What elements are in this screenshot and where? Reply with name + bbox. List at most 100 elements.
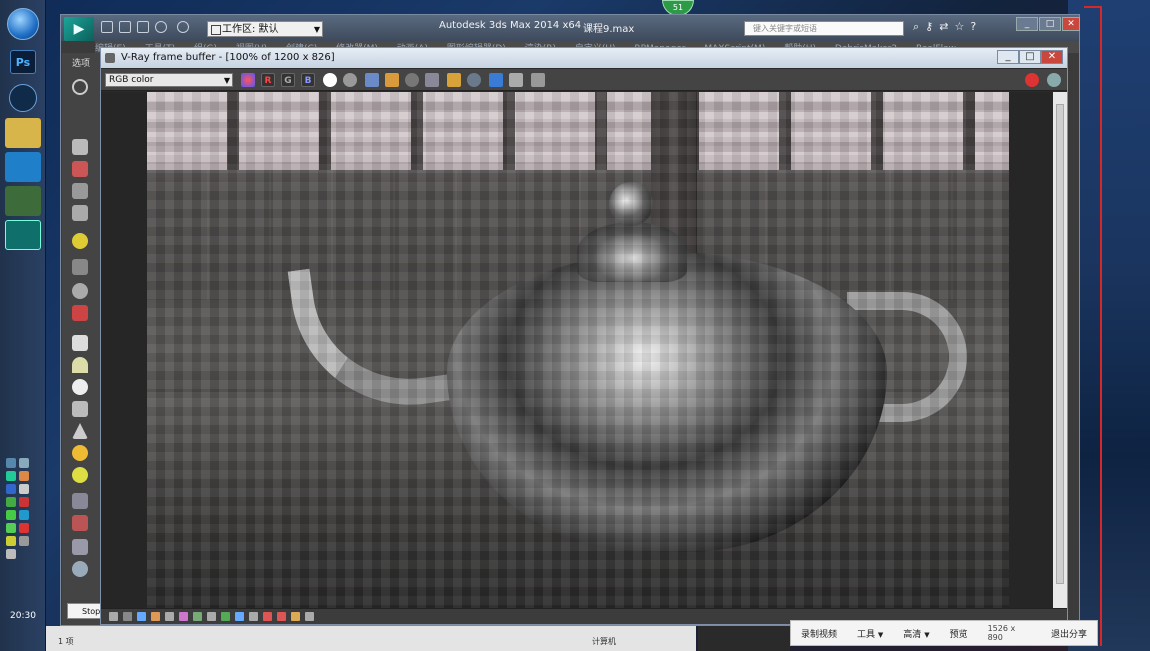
exposure-icon[interactable] bbox=[179, 612, 188, 621]
vfb-maximize-button[interactable]: □ bbox=[1019, 50, 1041, 64]
settings-icon[interactable] bbox=[305, 612, 314, 621]
3dsmax-taskbar-icon[interactable] bbox=[5, 220, 41, 250]
binoculars-icon[interactable]: ⌕ bbox=[913, 20, 919, 34]
minimize-button[interactable]: _ bbox=[1016, 17, 1038, 31]
vfb-vertical-scrollbar[interactable] bbox=[1053, 92, 1067, 608]
shield-icon[interactable] bbox=[6, 536, 16, 546]
green-channel-button[interactable]: G bbox=[281, 73, 295, 87]
stereo-icon[interactable] bbox=[263, 612, 272, 621]
volume-icon[interactable] bbox=[6, 549, 16, 559]
sun-icon[interactable] bbox=[72, 445, 88, 461]
duplicate-to-mtl-icon[interactable] bbox=[425, 73, 439, 87]
teapot-icon[interactable] bbox=[72, 139, 88, 155]
compare-icon[interactable] bbox=[277, 612, 286, 621]
light-icon[interactable] bbox=[72, 233, 88, 249]
tray-icon[interactable] bbox=[6, 471, 16, 481]
app-icon[interactable] bbox=[5, 152, 41, 182]
folder-icon[interactable] bbox=[5, 118, 41, 148]
sphere-icon[interactable] bbox=[72, 283, 88, 299]
undo-icon[interactable] bbox=[155, 21, 167, 33]
red-channel-button[interactable]: R bbox=[261, 73, 275, 87]
gear-icon[interactable] bbox=[72, 561, 88, 577]
circle-icon[interactable] bbox=[72, 379, 88, 395]
tray-icon[interactable] bbox=[6, 523, 16, 533]
keyboard-icon[interactable] bbox=[19, 458, 29, 468]
material-icon[interactable] bbox=[72, 305, 88, 321]
media-player-icon[interactable] bbox=[9, 84, 37, 112]
stop-render-icon[interactable] bbox=[1025, 73, 1039, 87]
help-icon[interactable]: ? bbox=[970, 20, 976, 34]
tray-icon[interactable] bbox=[19, 497, 29, 507]
exit-share-button[interactable]: 退出分享 bbox=[1041, 627, 1097, 640]
tray-icon[interactable] bbox=[19, 510, 29, 520]
maximize-button[interactable]: □ bbox=[1039, 17, 1061, 31]
histogram-icon[interactable] bbox=[193, 612, 202, 621]
ab-compare-icon[interactable] bbox=[291, 612, 300, 621]
mesh-icon[interactable] bbox=[72, 515, 88, 531]
3dsmax-logo-button[interactable]: ▶ bbox=[64, 17, 94, 41]
sphere-icon[interactable] bbox=[72, 467, 88, 483]
tray-icon[interactable] bbox=[6, 458, 16, 468]
render-frame-icon[interactable] bbox=[72, 161, 88, 177]
exchange-icon[interactable]: ⇄ bbox=[939, 20, 948, 34]
start-button[interactable] bbox=[7, 8, 39, 40]
tray-icon[interactable] bbox=[6, 510, 16, 520]
preview-button[interactable]: 预览 bbox=[940, 627, 978, 640]
key-icon[interactable]: ⚷ bbox=[925, 20, 933, 34]
quality-dropdown[interactable]: 高清 ▼ bbox=[893, 627, 939, 640]
history-icon[interactable] bbox=[109, 612, 118, 621]
channel-select[interactable]: RGB color ▼ bbox=[105, 73, 233, 87]
lut-icon[interactable] bbox=[531, 73, 545, 87]
mono-channel-icon[interactable] bbox=[343, 73, 357, 87]
save-file-icon[interactable] bbox=[137, 21, 149, 33]
curve-icon[interactable] bbox=[165, 612, 174, 621]
favorite-star-icon[interactable]: ☆ bbox=[954, 20, 964, 34]
open-file-icon[interactable] bbox=[119, 21, 131, 33]
vfb-close-button[interactable]: ✕ bbox=[1041, 50, 1063, 64]
camera-icon[interactable] bbox=[72, 259, 88, 275]
cone-icon[interactable] bbox=[72, 423, 88, 439]
color-picker-icon[interactable] bbox=[241, 73, 255, 87]
photoshop-icon[interactable]: Ps bbox=[10, 50, 36, 74]
close-button[interactable]: ✕ bbox=[1062, 17, 1080, 31]
track-mouse-icon[interactable] bbox=[447, 73, 461, 87]
tools-dropdown[interactable]: 工具 ▼ bbox=[847, 627, 893, 640]
render-teapot-icon[interactable] bbox=[1047, 73, 1061, 87]
link-icon[interactable] bbox=[72, 79, 88, 95]
info-icon[interactable] bbox=[123, 612, 132, 621]
tray-icon[interactable] bbox=[6, 497, 16, 507]
workspace-dropdown[interactable]: 工作区: 默认 ▼ bbox=[207, 21, 323, 37]
last-render-icon[interactable] bbox=[509, 73, 523, 87]
help-icon[interactable] bbox=[6, 484, 16, 494]
table-icon[interactable] bbox=[72, 205, 88, 221]
tray-icon[interactable] bbox=[19, 471, 29, 481]
particles-icon[interactable] bbox=[72, 493, 88, 509]
save-image-icon[interactable] bbox=[365, 73, 379, 87]
follow-mouse-icon[interactable] bbox=[467, 73, 481, 87]
region-render-icon[interactable] bbox=[489, 73, 503, 87]
scrollbar-thumb[interactable] bbox=[1056, 104, 1064, 584]
levels-icon[interactable] bbox=[151, 612, 160, 621]
alpha-channel-icon[interactable] bbox=[323, 73, 337, 87]
new-file-icon[interactable] bbox=[101, 21, 113, 33]
scale-icon[interactable] bbox=[72, 539, 88, 555]
tray-icon[interactable] bbox=[19, 484, 29, 494]
network-icon[interactable] bbox=[19, 536, 29, 546]
tray-icon[interactable] bbox=[19, 523, 29, 533]
dome-icon[interactable] bbox=[72, 357, 88, 373]
redo-icon[interactable] bbox=[177, 21, 189, 33]
explorer-icon[interactable] bbox=[5, 186, 41, 216]
record-video-button[interactable]: 录制视频 bbox=[791, 627, 847, 640]
vfb-minimize-button[interactable]: _ bbox=[997, 50, 1019, 64]
pixel-aspect-icon[interactable] bbox=[249, 612, 258, 621]
load-image-icon[interactable] bbox=[385, 73, 399, 87]
search-input[interactable]: 键入关键字或短语 bbox=[744, 21, 904, 36]
render-viewport[interactable] bbox=[101, 92, 1053, 608]
srgb-icon[interactable] bbox=[221, 612, 230, 621]
lut-icon[interactable] bbox=[207, 612, 216, 621]
plane-icon[interactable] bbox=[72, 335, 88, 351]
ocio-icon[interactable] bbox=[235, 612, 244, 621]
list-icon[interactable] bbox=[72, 183, 88, 199]
blue-channel-button[interactable]: B bbox=[301, 73, 315, 87]
teapot-icon[interactable] bbox=[72, 401, 88, 417]
